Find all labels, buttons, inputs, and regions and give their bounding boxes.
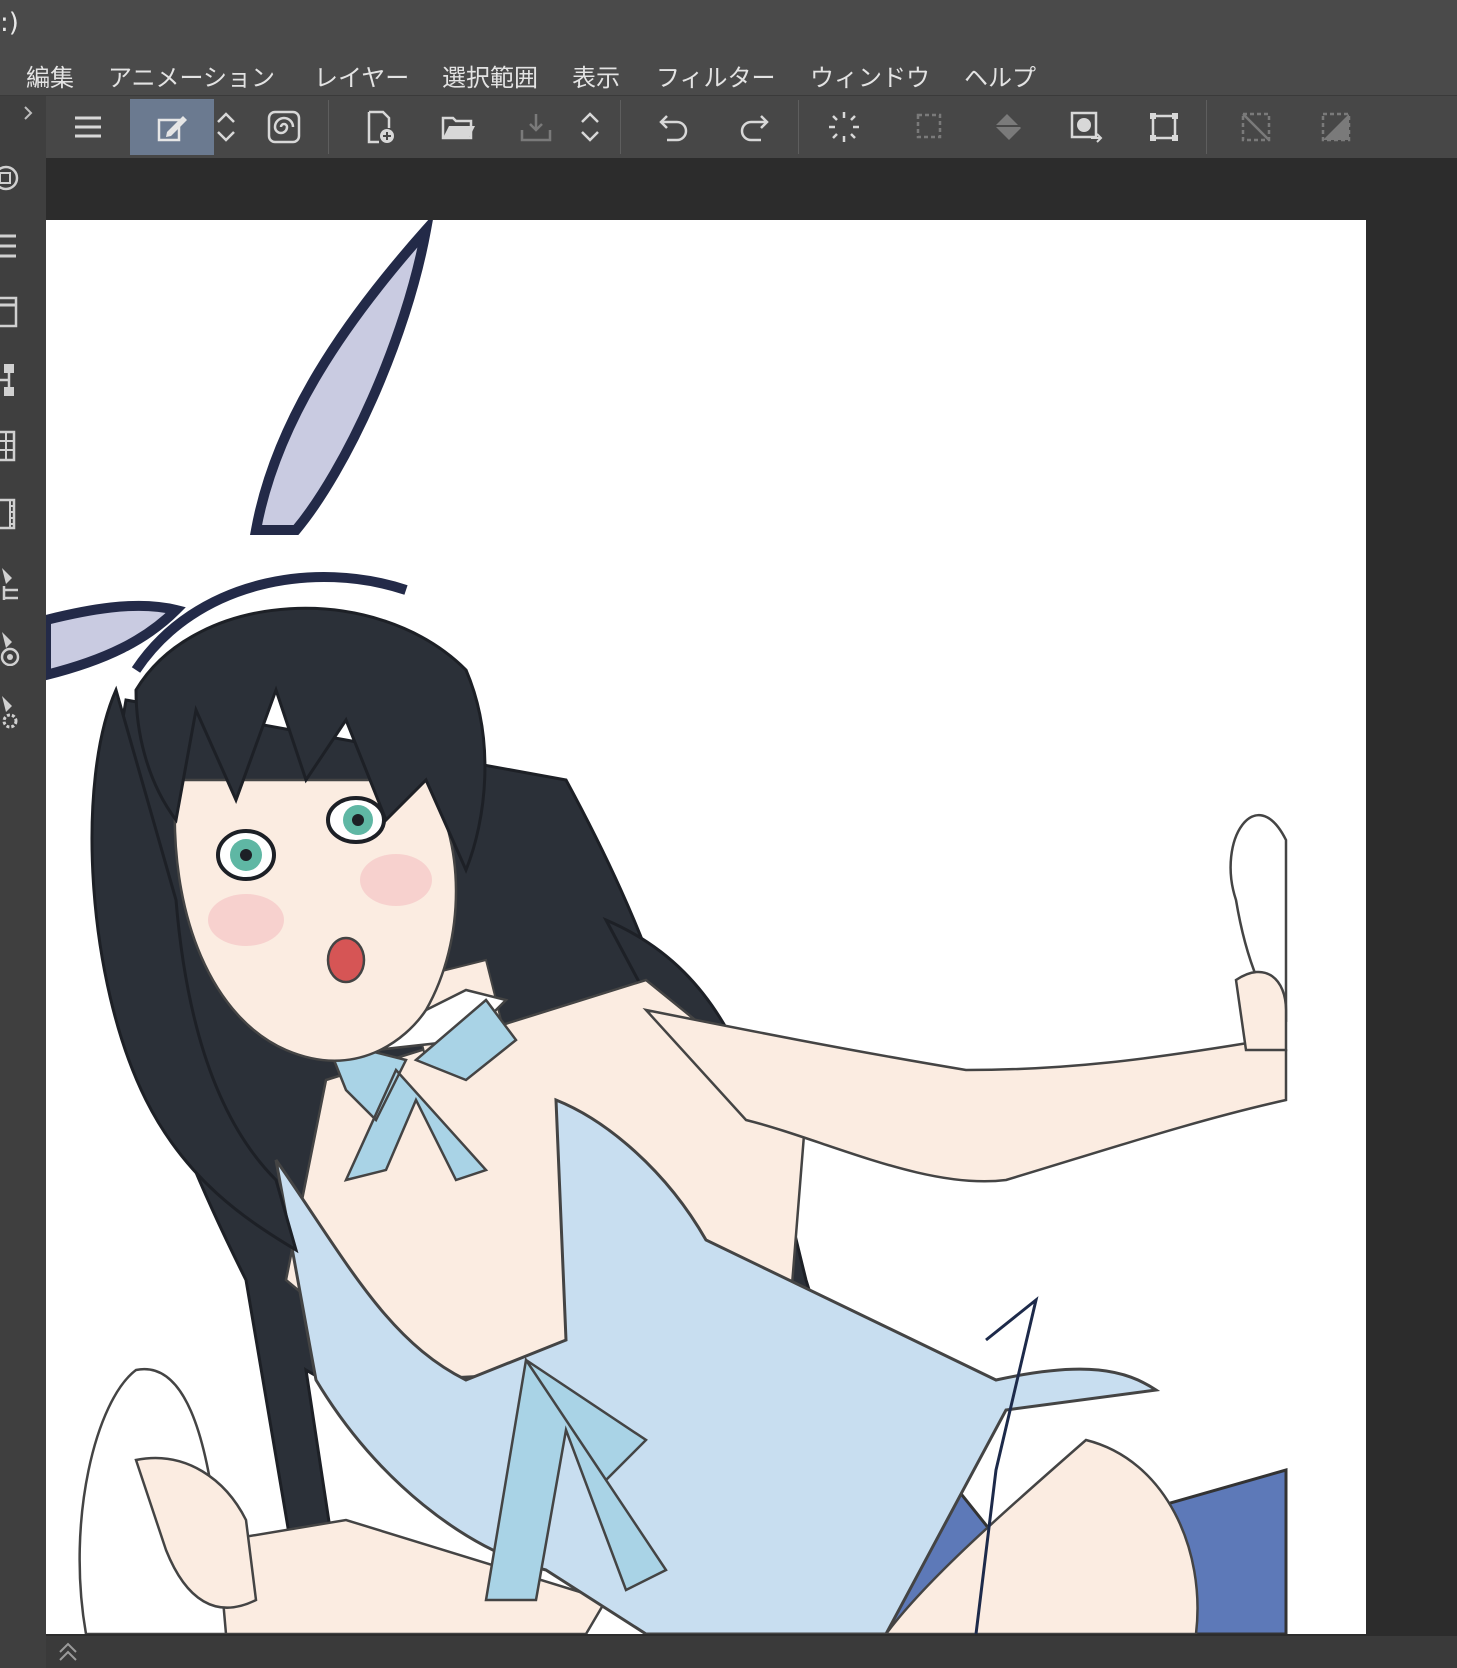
menu-selection[interactable]: 選択範囲 [442, 58, 538, 93]
timeline-panel-icon[interactable] [0, 494, 24, 534]
list-panel-icon[interactable] [0, 226, 24, 266]
menu-layer[interactable]: レイヤー [314, 58, 409, 93]
menu-help[interactable]: ヘルプ [964, 58, 1036, 93]
toolbar [46, 96, 1457, 158]
selection-swap-icon[interactable] [1058, 99, 1114, 155]
grid-panel-icon[interactable] [0, 426, 24, 466]
toolbar-separator [1206, 100, 1207, 154]
up-down-chevron-icon[interactable] [206, 99, 246, 155]
new-file-icon[interactable] [352, 99, 408, 155]
toolbar-separator [620, 100, 621, 154]
window-panel-icon[interactable] [0, 292, 24, 332]
save-icon[interactable] [508, 99, 564, 155]
brush-settings-icon[interactable] [0, 692, 24, 732]
fill-bucket-icon[interactable] [980, 99, 1036, 155]
toolbar-separator [798, 100, 799, 154]
brush-target-icon[interactable] [0, 628, 24, 668]
up-down-chevron-icon[interactable] [570, 99, 610, 155]
invert-selection-icon[interactable] [1308, 99, 1364, 155]
illustration [46, 220, 1288, 1634]
drawing-canvas[interactable] [46, 220, 1366, 1634]
double-chevron-up-icon[interactable] [54, 1638, 82, 1666]
menu-edit[interactable]: 編集 [26, 58, 74, 93]
window-title: :) [0, 8, 19, 38]
swirl-icon[interactable] [256, 99, 312, 155]
menu-animation[interactable]: アニメーション [108, 58, 275, 93]
status-bar [46, 1636, 1457, 1668]
open-folder-icon[interactable] [430, 99, 486, 155]
undo-icon[interactable] [646, 99, 702, 155]
redo-icon[interactable] [726, 99, 782, 155]
clear-selection-icon[interactable] [1228, 99, 1284, 155]
brush-tree-icon[interactable] [0, 564, 24, 604]
menu-filter[interactable]: フィルター [656, 58, 776, 93]
chevron-right-icon[interactable] [20, 104, 36, 122]
edit-tool-icon[interactable] [130, 99, 214, 155]
menu-view[interactable]: 表示 [572, 58, 620, 93]
canvas-area[interactable] [46, 158, 1457, 1636]
transform-icon[interactable] [1136, 99, 1192, 155]
selection-marquee-icon[interactable] [902, 99, 958, 155]
title-bar: :) [0, 0, 1457, 48]
toolbar-separator [328, 100, 329, 154]
menu-window[interactable]: ウィンドウ [810, 58, 930, 93]
menu-bar: 編集 アニメーション レイヤー 選択範囲 表示 フィルター ウィンドウ ヘルプ [0, 48, 1457, 96]
node-panel-icon[interactable] [0, 360, 24, 400]
left-panel-rail [0, 96, 46, 1668]
loading-spinner-icon[interactable] [816, 99, 872, 155]
layer-panel-icon[interactable] [0, 158, 24, 198]
hamburger-menu-icon[interactable] [60, 99, 116, 155]
